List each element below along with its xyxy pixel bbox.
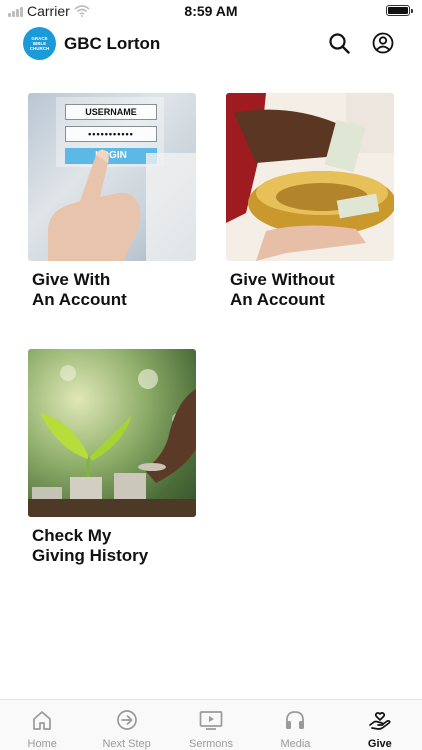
- battery-icon: [386, 5, 413, 16]
- pointing-hand-graphic: [48, 149, 196, 261]
- app-header: GRACE BIBLE CHURCH GBC Lorton: [0, 25, 422, 63]
- giving-history-tile[interactable]: Check My Giving History: [28, 349, 196, 566]
- give-with-account-tile[interactable]: USERNAME ••••••••••• LOGIN Give With An …: [28, 93, 196, 310]
- profile-icon: [372, 32, 394, 54]
- tab-sermons[interactable]: Sermons: [169, 700, 253, 750]
- tile-label: Give With An Account: [32, 270, 127, 309]
- login-form-photo: USERNAME ••••••••••• LOGIN: [28, 93, 196, 261]
- heart-hand-icon: [368, 712, 391, 730]
- search-icon: [329, 33, 350, 54]
- home-icon: [33, 711, 52, 730]
- tab-next-step[interactable]: Next Step: [84, 700, 168, 750]
- arrow-circle-icon: [116, 710, 137, 730]
- tab-label: Home: [27, 738, 57, 750]
- profile-button[interactable]: [370, 30, 396, 56]
- tab-home[interactable]: Home: [0, 700, 84, 750]
- offering-plate-photo: [226, 93, 394, 261]
- give-without-account-tile[interactable]: Give Without An Account: [226, 93, 394, 310]
- video-icon: [199, 711, 223, 730]
- tile-label: Give Without An Account: [230, 270, 335, 309]
- bottom-tab-bar: Home Next Step Sermons Media Give: [0, 699, 422, 750]
- tab-label: Media: [280, 738, 311, 750]
- tab-label: Sermons: [189, 738, 234, 750]
- tile-label: Check My Giving History: [32, 526, 149, 565]
- tab-label: Next Step: [102, 738, 151, 750]
- plant-coins-photo: [28, 349, 196, 517]
- search-button[interactable]: [326, 30, 352, 56]
- tab-give[interactable]: Give: [338, 700, 422, 750]
- status-bar: Carrier 8:59 AM: [0, 0, 422, 22]
- clock: 8:59 AM: [184, 3, 238, 19]
- page-title: GBC Lorton: [64, 34, 161, 53]
- church-logo: GRACE BIBLE CHURCH: [23, 27, 56, 60]
- tab-label: Give: [367, 738, 392, 750]
- headphones-icon: [286, 711, 305, 729]
- tab-media[interactable]: Media: [253, 700, 337, 750]
